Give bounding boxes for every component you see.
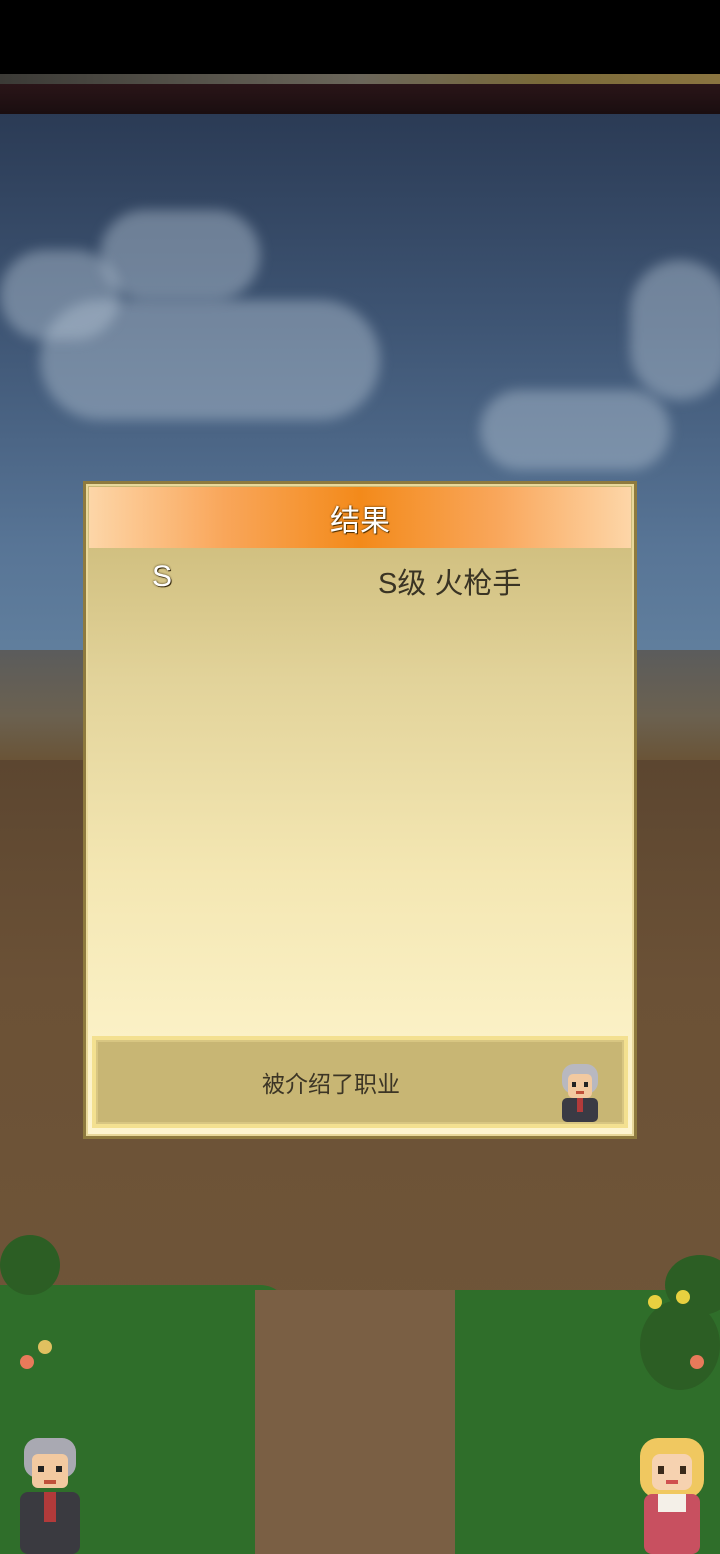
flower [38,1340,52,1354]
message-box[interactable]: 被介绍了职业 [92,1036,628,1128]
cloud [0,250,120,340]
cloud [100,210,260,300]
result-rank: S [152,560,173,593]
gray-haired-man-character-icon [20,1438,80,1554]
message-text: 被介绍了职业 [262,1071,400,1097]
bush [640,1300,720,1390]
dirt-path [255,1290,455,1554]
cloud [480,390,670,470]
elderly-advisor-portrait-icon [562,1064,598,1122]
dialog-header: 结果 [89,487,631,548]
dialog-title: 结果 [330,504,390,538]
cloud [630,260,720,400]
result-dialog: 结果 S S级 火枪手 被介绍了职业 [83,481,637,1139]
flower [20,1355,34,1369]
flower [648,1295,662,1309]
blonde-girl-character-icon [640,1438,704,1554]
result-job-text: S级 火枪手 [378,568,522,600]
top-black-bar [0,0,720,74]
flower [676,1290,690,1304]
top-divider [0,74,720,84]
flower [690,1355,704,1369]
game-screen: 结果 S S级 火枪手 被介绍了职业 [0,0,720,1554]
top-frame-bar [0,84,720,114]
bush [0,1235,60,1295]
